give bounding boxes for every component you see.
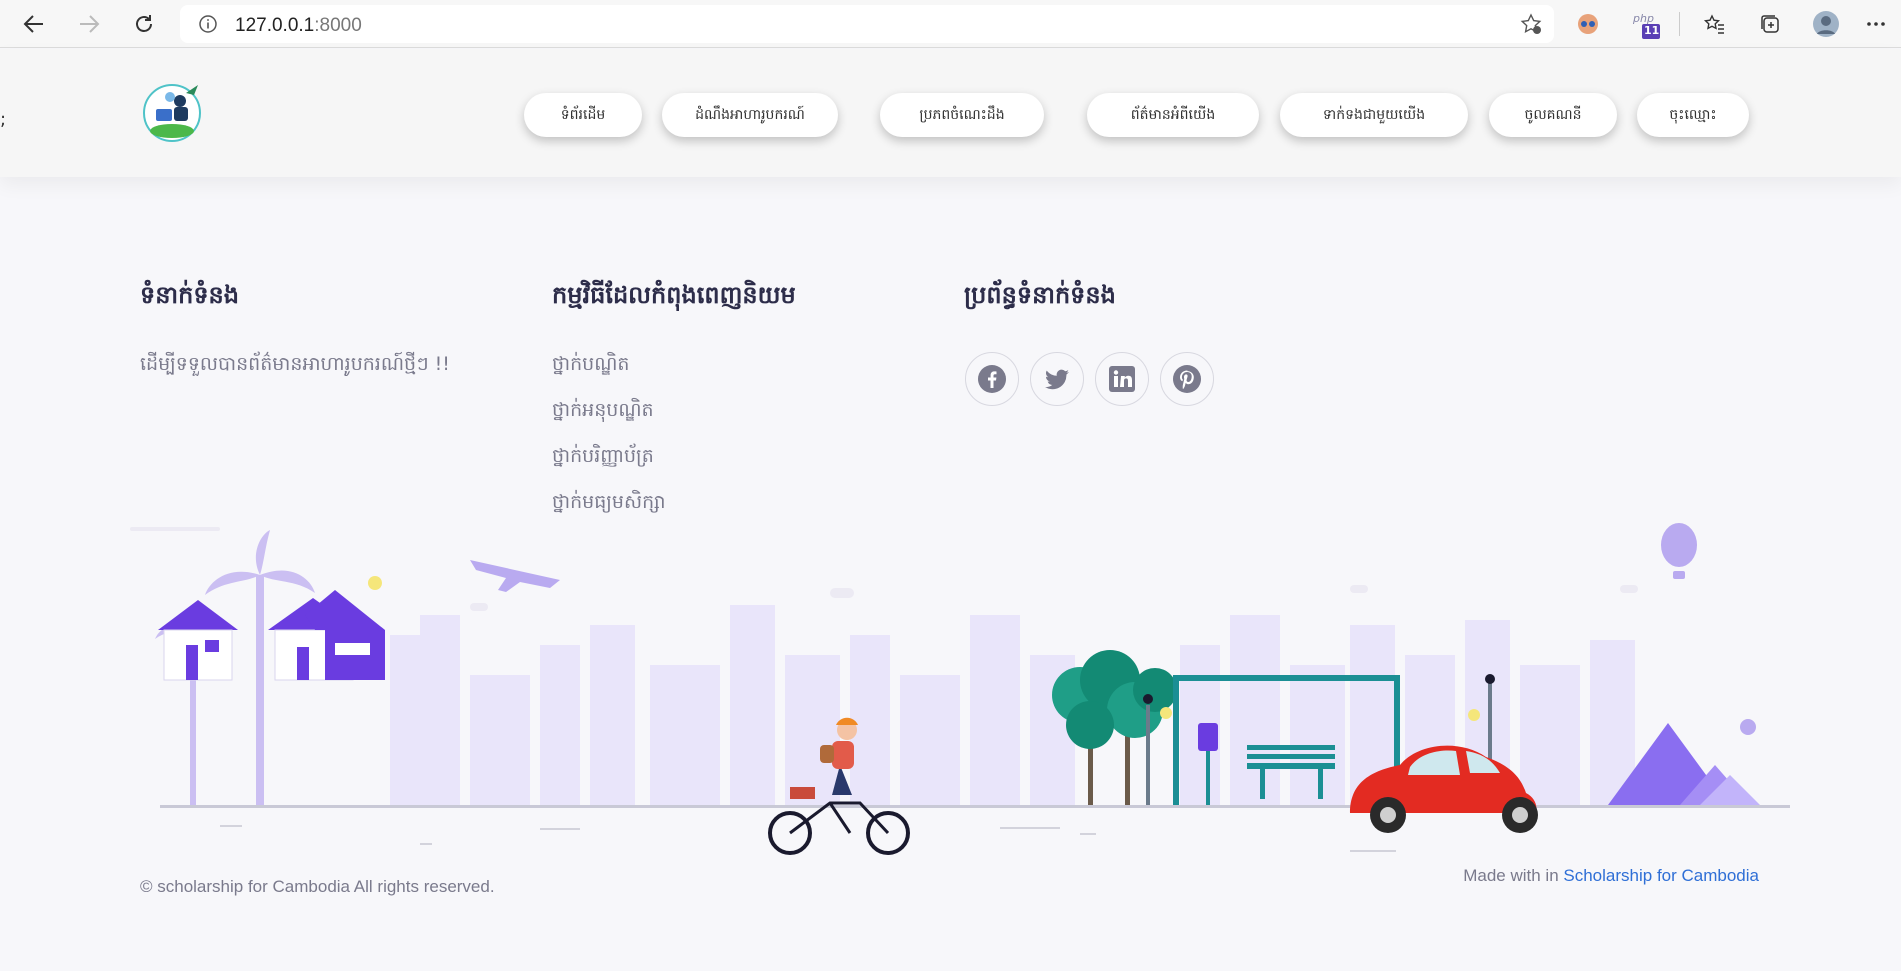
nav-contact-us[interactable]: ទាក់ទងជាមួយយើង [1280, 93, 1468, 137]
cloud-marks [130, 527, 1638, 611]
program-link-masters[interactable]: ថ្នាក់អនុបណ្ឌិត [552, 398, 654, 426]
contact-text: ដើម្បីទទួលបានព័ត៌មានអាហារូបករណ៍ថ្មីៗ !! [140, 353, 450, 375]
facebook-link[interactable] [965, 352, 1019, 406]
programs-title: កម្មវិធីដែលកំពុងពេញនិយម [552, 281, 796, 309]
more-menu-icon[interactable] [1862, 10, 1890, 38]
info-icon[interactable] [198, 14, 218, 34]
program-link-high-school[interactable]: ថ្នាក់មធ្យមសិក្សា [552, 490, 666, 518]
back-button[interactable] [18, 8, 50, 40]
url-text[interactable]: 127.0.0.1:8000 [235, 15, 362, 37]
city-illustration [130, 523, 1790, 855]
program-link-bachelor[interactable]: ថ្នាក់បរិញ្ញាប័ត្រ [552, 444, 654, 472]
houses [158, 576, 385, 681]
reload-button[interactable] [128, 8, 160, 40]
browser-toolbar: 127.0.0.1:8000 php 11 [0, 0, 1901, 48]
site-header: ; ទំព័រដើម ដំណឹងអាហារូបករណ៍ ប្រភពចំណេះដឹ… [0, 49, 1901, 177]
contact-title: ទំនាក់ទំនង [140, 281, 240, 309]
collections-icon[interactable] [1756, 10, 1784, 38]
nav-home[interactable]: ទំព័រដើម [524, 93, 642, 137]
stray-text: ; [0, 109, 7, 130]
linkedin-link[interactable] [1095, 352, 1149, 406]
facebook-icon [978, 365, 1006, 393]
hot-air-balloon [1661, 523, 1697, 579]
favorites-icon[interactable] [1700, 10, 1728, 38]
pinterest-icon [1173, 365, 1201, 393]
linkedin-icon [1109, 366, 1135, 392]
program-link-phd[interactable]: ថ្នាក់បណ្ឌិត [552, 352, 629, 380]
reload-icon [136, 15, 152, 32]
php-extension-icon[interactable]: php 11 [1630, 8, 1664, 40]
php-version-badge: 11 [1644, 24, 1660, 37]
social-title: ប្រព័ន្ធទំនាក់ទំនង [964, 281, 1116, 309]
add-favorite-icon[interactable] [1520, 13, 1542, 35]
nav-scholarship-news[interactable]: ដំណឹងអាហារូបករណ៍ [662, 93, 838, 137]
nav-about-us[interactable]: ព័ត៌មានអំពីយើង [1087, 93, 1259, 137]
made-with-link[interactable]: Scholarship for Cambodia [1563, 866, 1759, 885]
forward-button[interactable] [73, 8, 105, 40]
back-arrow-icon [23, 15, 43, 33]
airplane [470, 560, 560, 592]
toolbar-divider [1679, 12, 1680, 36]
made-with-prefix: Made with in [1463, 866, 1559, 885]
address-bar[interactable]: 127.0.0.1:8000 [180, 5, 1554, 43]
site-logo[interactable] [142, 79, 206, 143]
twitter-link[interactable] [1030, 352, 1084, 406]
nav-register[interactable]: ចុះឈ្មោះ [1637, 93, 1749, 137]
ground-line [160, 805, 1790, 808]
copyright-text: © scholarship for Cambodia All rights re… [140, 877, 495, 896]
nav-knowledge-source[interactable]: ប្រភពចំណេះដឹង [880, 93, 1044, 137]
profile-avatar[interactable] [1812, 10, 1840, 38]
forward-arrow-icon [80, 15, 100, 33]
pinterest-link[interactable] [1160, 352, 1214, 406]
made-with-text: Made with in Scholarship for Cambodia [1463, 866, 1759, 886]
nav-login[interactable]: ចូលគណនី [1489, 93, 1617, 137]
url-port: :8000 [314, 15, 362, 36]
twitter-icon [1045, 369, 1069, 390]
extension-mask-icon[interactable] [1574, 10, 1602, 38]
url-host: 127.0.0.1 [235, 15, 315, 36]
